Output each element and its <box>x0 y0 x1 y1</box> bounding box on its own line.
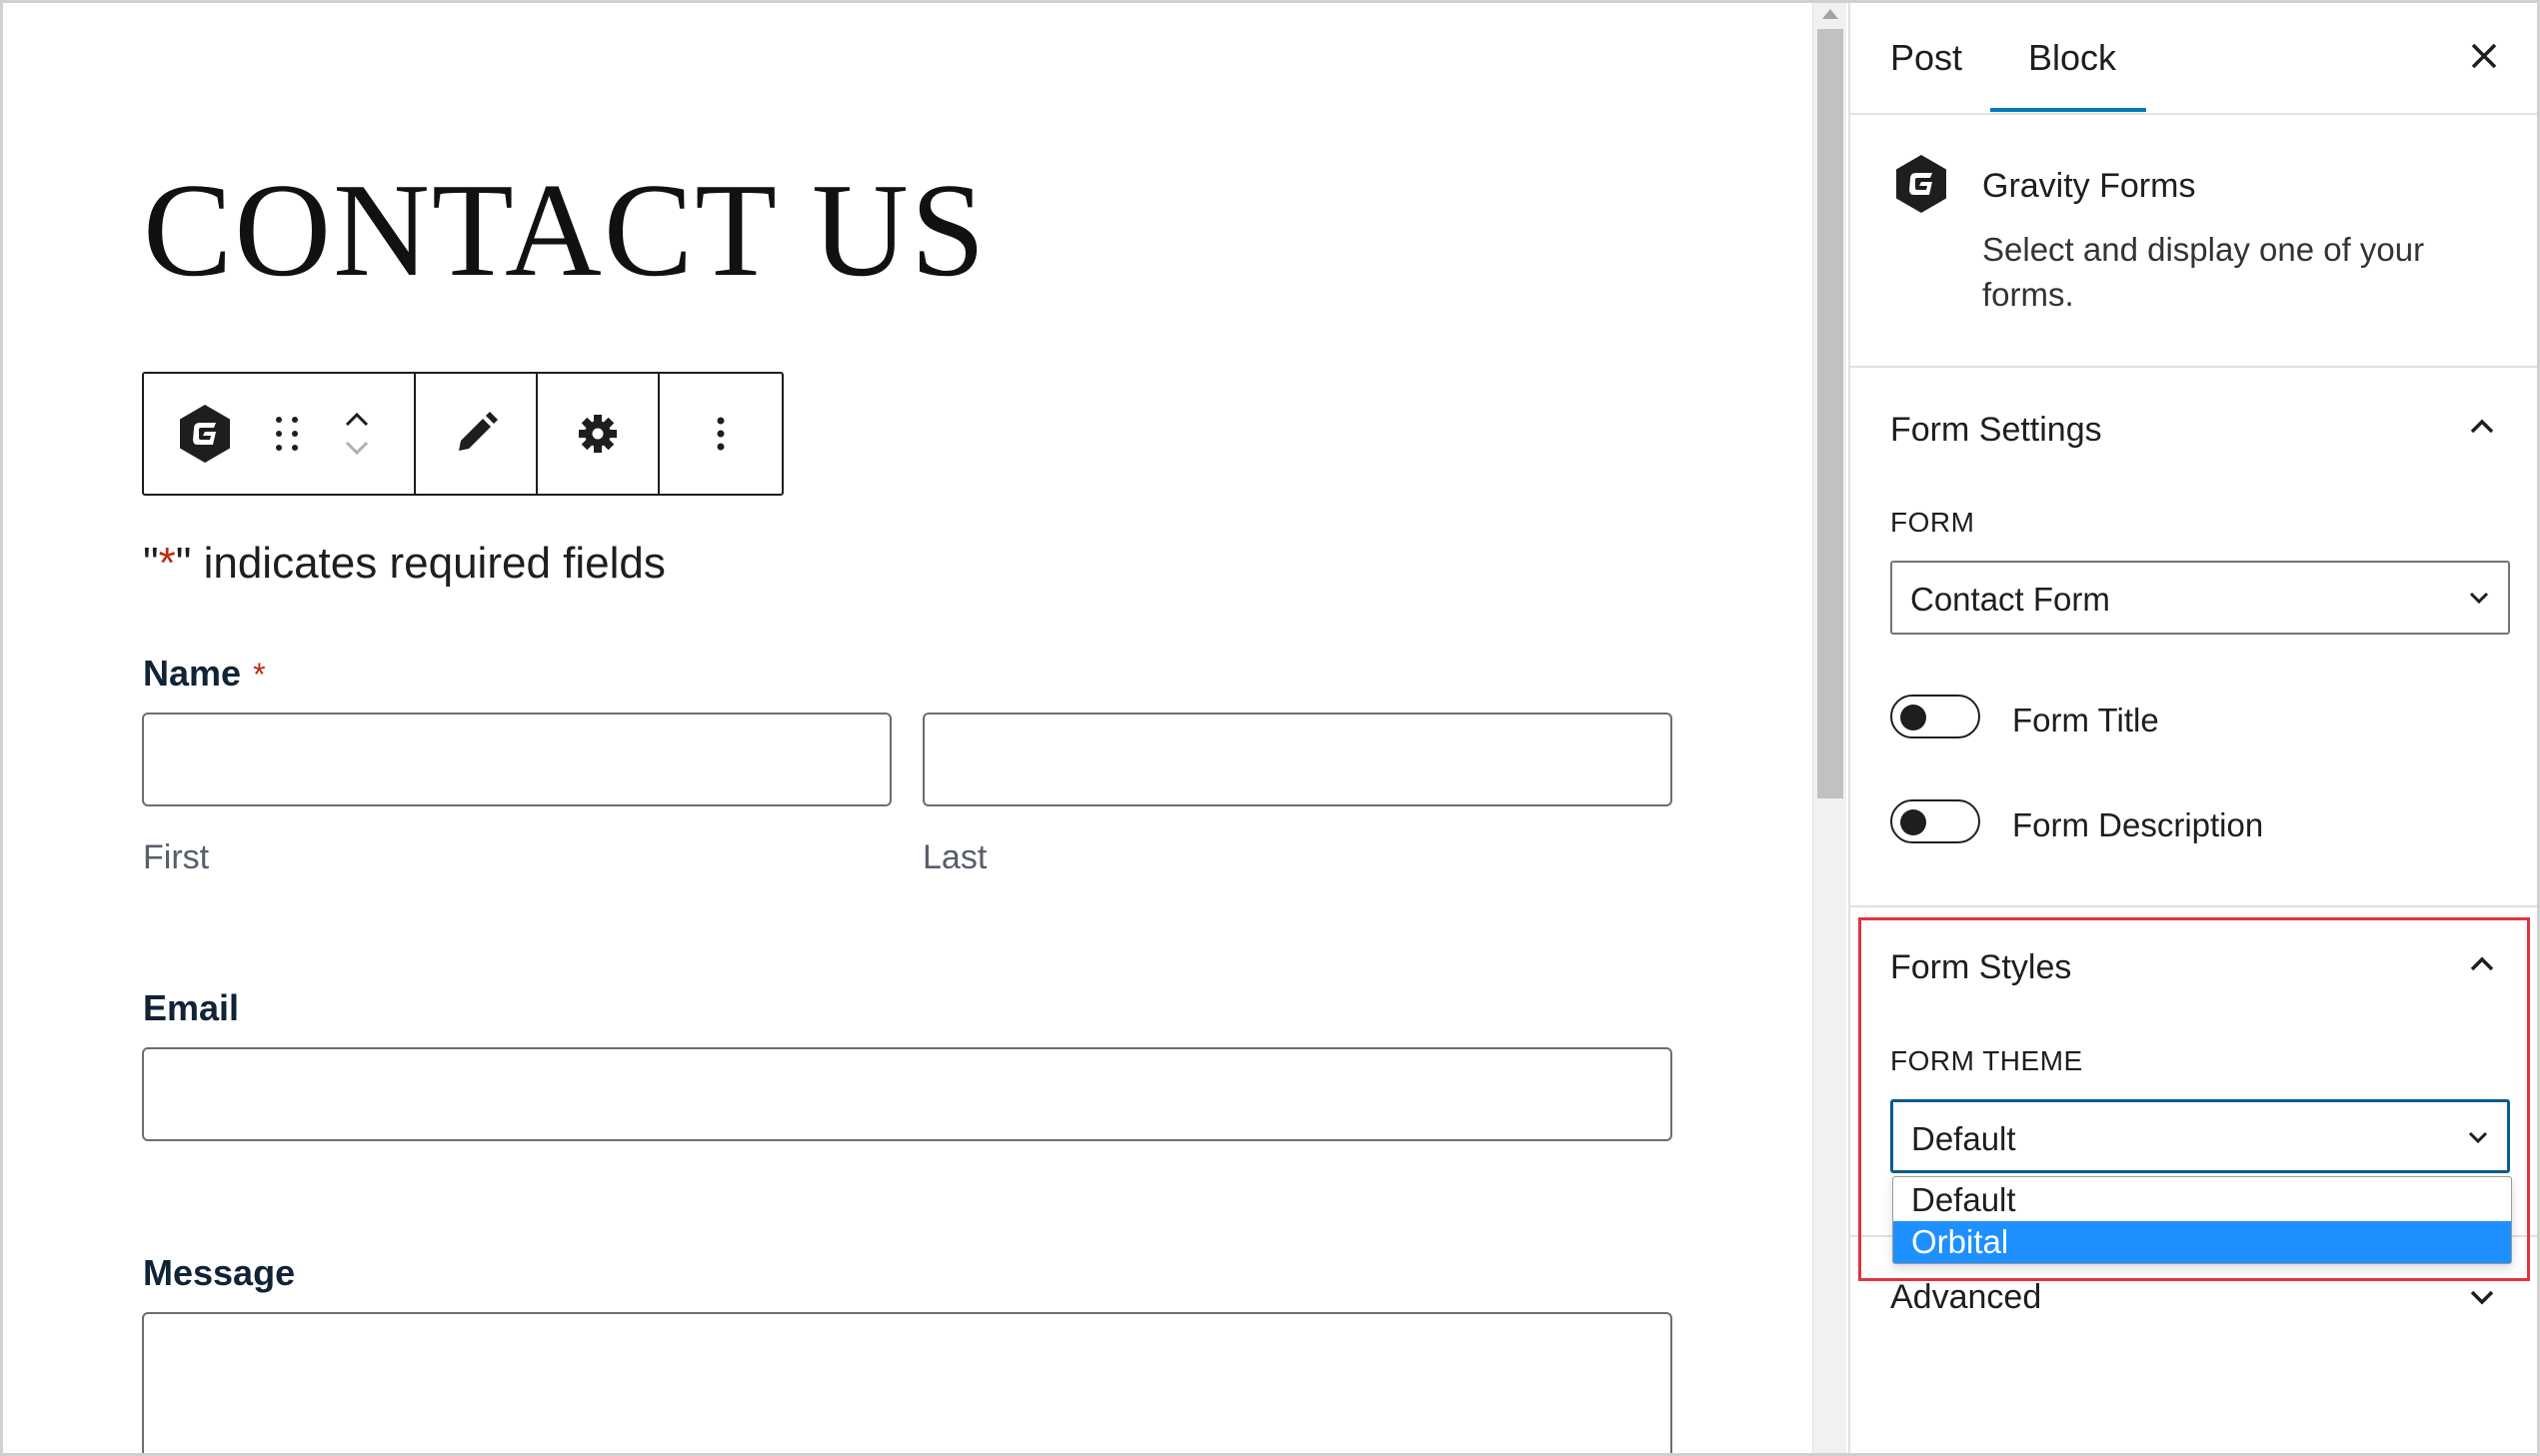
chevron-down-icon <box>2468 1131 2488 1144</box>
form-select[interactable]: Contact Form <box>1890 561 2510 635</box>
block-card-description: Select and display one of your forms. <box>1982 231 2425 313</box>
chevron-down-icon[interactable] <box>2467 1287 2497 1307</box>
form-theme-label: FORM THEME <box>1890 1045 2083 1076</box>
form-theme-dropdown: Default Orbital <box>1892 1176 2512 1264</box>
form-title-label: Form Title <box>2012 702 2159 738</box>
email-input[interactable] <box>142 1047 1672 1141</box>
scrollbar-thumb[interactable] <box>1817 29 1843 798</box>
last-name-sublabel: Last <box>923 838 988 876</box>
gravity-forms-icon <box>1896 155 1946 213</box>
first-name-sublabel: First <box>143 838 210 876</box>
toolbar-edit-group <box>416 374 538 494</box>
close-icon[interactable] <box>2467 39 2501 73</box>
form-description-toggle[interactable] <box>1890 799 1980 843</box>
required-fields-note: "*" indicates required fields <box>143 539 666 588</box>
theme-option-default[interactable]: Default <box>1893 1179 2511 1221</box>
email-field-label: Email <box>143 987 240 1028</box>
form-title-toggle[interactable] <box>1890 695 1980 738</box>
scroll-up-arrow-icon[interactable] <box>1822 9 1838 19</box>
more-vertical-icon[interactable] <box>694 407 748 461</box>
active-tab-indicator <box>1990 108 2146 112</box>
form-settings-toggle[interactable]: Form Settings <box>1890 411 2102 450</box>
message-textarea[interactable] <box>142 1312 1672 1453</box>
chevron-down-icon[interactable] <box>342 437 372 459</box>
block-card-title: Gravity Forms <box>1982 167 2196 205</box>
form-description-label: Form Description <box>2012 806 2264 843</box>
form-theme-select[interactable]: Default <box>1890 1099 2510 1173</box>
advanced-panel-toggle[interactable]: Advanced <box>1890 1278 2041 1317</box>
tab-block[interactable]: Block <box>2028 37 2116 79</box>
toolbar-settings-group <box>538 374 660 494</box>
page-title[interactable]: CONTACT US <box>143 163 987 297</box>
sidebar-tabs: Post Block <box>1850 3 2537 115</box>
editor-canvas: CONTACT US "*" indicates required fields… <box>3 3 1815 1453</box>
theme-option-orbital[interactable]: Orbital <box>1893 1221 2511 1263</box>
chevron-up-icon[interactable] <box>2467 954 2497 974</box>
chevron-up-icon[interactable] <box>2467 417 2497 437</box>
block-mover <box>342 409 372 459</box>
toolbar-block-group <box>144 374 416 494</box>
gravity-forms-icon[interactable] <box>174 403 236 465</box>
required-marker: * <box>253 657 266 693</box>
tab-post[interactable]: Post <box>1890 37 1962 79</box>
chevron-up-icon[interactable] <box>342 409 372 431</box>
editor-scrollbar[interactable] <box>1812 3 1846 1453</box>
toolbar-options-group <box>660 374 782 494</box>
drag-handle-icon[interactable] <box>276 414 300 454</box>
block-toolbar <box>142 372 784 496</box>
message-field-label: Message <box>143 1252 296 1293</box>
form-select-value: Contact Form <box>1910 581 2110 618</box>
pencil-icon[interactable] <box>449 407 503 461</box>
chevron-down-icon <box>2469 592 2489 605</box>
first-name-input[interactable] <box>142 713 892 806</box>
last-name-input[interactable] <box>923 713 1672 806</box>
name-field-label: Name * <box>143 653 266 694</box>
form-theme-select-value: Default <box>1911 1120 2016 1157</box>
gear-icon[interactable] <box>571 407 625 461</box>
required-star: * <box>158 539 176 588</box>
form-styles-toggle[interactable]: Form Styles <box>1890 948 2071 987</box>
form-select-label: FORM <box>1890 507 1975 538</box>
